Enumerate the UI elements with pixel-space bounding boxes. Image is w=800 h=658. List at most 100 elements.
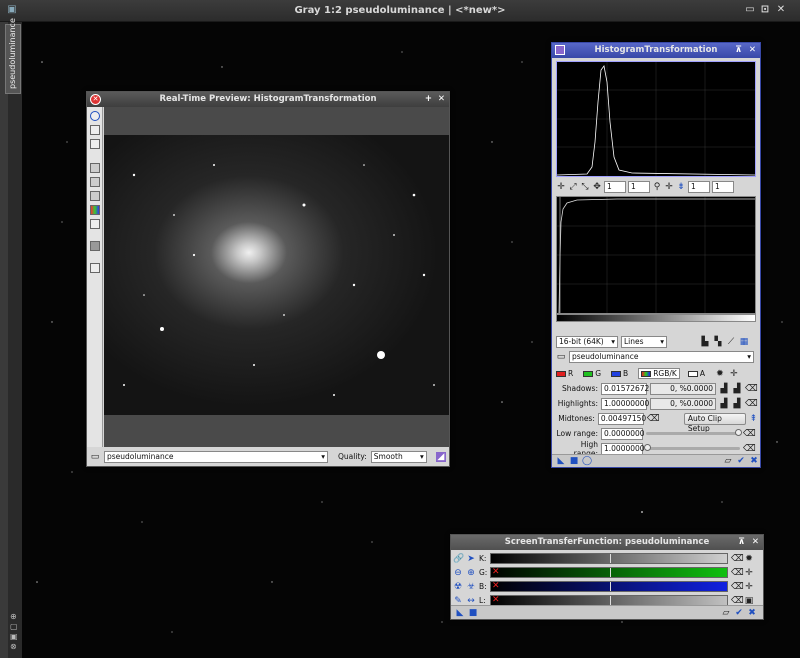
channel-b[interactable]: B bbox=[611, 369, 628, 378]
link-icon[interactable]: 🔗 bbox=[453, 554, 464, 564]
grid-icon[interactable]: ▦ bbox=[739, 337, 749, 347]
channel-g[interactable]: G bbox=[583, 369, 601, 378]
histogram-view-select[interactable]: pseudoluminance ▾ bbox=[569, 350, 754, 363]
zoom-fit-icon[interactable] bbox=[90, 125, 100, 135]
track-view-icon[interactable] bbox=[90, 111, 100, 121]
preview-plus-icon[interactable]: + bbox=[425, 92, 432, 107]
low-range-slider[interactable] bbox=[646, 429, 742, 436]
preview-canvas[interactable] bbox=[104, 107, 449, 452]
shadows-histo2-icon[interactable]: ▟ bbox=[732, 384, 742, 394]
fit-icon[interactable]: ⤢ bbox=[568, 182, 578, 192]
channel-r[interactable]: R bbox=[556, 369, 573, 378]
high-range-reset-icon[interactable]: ⌫ bbox=[743, 444, 756, 454]
shade-icon[interactable]: ⊼ bbox=[735, 43, 742, 58]
zoom-v2-spin[interactable]: 1 bbox=[712, 181, 734, 193]
quality-select[interactable]: Smooth ▾ bbox=[370, 450, 427, 463]
close-icon[interactable]: ✕ bbox=[775, 4, 787, 16]
zoom-2-icon[interactable] bbox=[90, 177, 100, 187]
highlights-reset-icon[interactable]: ⌫ bbox=[745, 399, 758, 409]
high-range-field[interactable]: 1.0000000 bbox=[601, 442, 645, 455]
stf-curve-bar[interactable]: ✕ bbox=[490, 567, 728, 578]
preview-view-select[interactable]: pseudoluminance ▾ bbox=[104, 450, 328, 463]
zoom-v-spin[interactable]: 1 bbox=[628, 181, 650, 193]
low-range-reset-icon[interactable]: ⌫ bbox=[743, 429, 756, 439]
stf-reset-icon[interactable]: ⌫ bbox=[731, 582, 744, 592]
arrows-icon[interactable]: ↔ bbox=[466, 596, 476, 606]
high-range-slider-handle[interactable] bbox=[644, 444, 651, 451]
zoom-3-icon[interactable] bbox=[90, 191, 100, 201]
zoom-in-icon[interactable]: ⊕ bbox=[466, 568, 476, 578]
gear-icon[interactable]: ✹ bbox=[715, 369, 725, 379]
low-range-slider-handle[interactable] bbox=[735, 429, 742, 436]
preview-close-icon[interactable]: ✕ bbox=[90, 94, 101, 105]
curve-icon[interactable]: ⟋ bbox=[726, 337, 736, 347]
resolution-select[interactable]: 16-bit (64K) ▾ bbox=[556, 335, 618, 348]
shade-icon[interactable]: ⊼ bbox=[738, 535, 745, 550]
high-range-slider[interactable] bbox=[644, 444, 740, 451]
realtime-preview-icon[interactable]: ◯ bbox=[582, 456, 592, 466]
stf-reset-icon[interactable]: ⌫ bbox=[731, 554, 744, 564]
midtones-field[interactable]: 0.00497150 bbox=[597, 412, 646, 425]
plus-icon[interactable]: ✛ bbox=[729, 369, 739, 379]
channel-icon[interactable] bbox=[90, 205, 100, 215]
pan-icon[interactable]: ✛ bbox=[556, 182, 566, 192]
zoom-h2-spin[interactable]: 1 bbox=[688, 181, 710, 193]
maximize-icon[interactable]: ⊡ bbox=[759, 4, 771, 16]
hazard-icon[interactable]: ☣ bbox=[466, 582, 476, 592]
midtone-marker[interactable] bbox=[610, 596, 611, 605]
zoom-out-icon[interactable] bbox=[90, 139, 100, 149]
plus-icon[interactable]: ✛ bbox=[744, 582, 754, 592]
midtone-marker[interactable] bbox=[610, 554, 611, 563]
stf-reset-icon[interactable]: ⌫ bbox=[731, 596, 744, 606]
zoom-1-icon[interactable] bbox=[90, 163, 100, 173]
collapse-icon[interactable]: ⤡ bbox=[580, 182, 590, 192]
document-icon[interactable]: ▱ bbox=[723, 456, 733, 466]
plus-icon[interactable]: ✛ bbox=[744, 568, 754, 578]
pointer-icon[interactable]: ➤ bbox=[466, 554, 476, 564]
auto-clip-setup-button[interactable]: Auto Clip Setup bbox=[683, 412, 746, 433]
stf-curve-bar[interactable]: ✕ bbox=[490, 581, 728, 592]
reset-icon[interactable]: ✖ bbox=[747, 608, 757, 618]
apply-global-icon[interactable]: ■ bbox=[569, 456, 579, 466]
sync-icon[interactable]: ⇟ bbox=[676, 182, 686, 192]
zoom-icon[interactable]: ⚲ bbox=[652, 182, 662, 192]
monitor-icon[interactable]: ▣ bbox=[744, 596, 754, 606]
wrench-icon[interactable]: ✎ bbox=[453, 596, 463, 606]
new-instance-icon[interactable]: ◣ bbox=[455, 608, 465, 618]
apply-global-icon[interactable]: ■ bbox=[468, 608, 478, 618]
input-histogram[interactable] bbox=[556, 196, 756, 314]
midtone-marker[interactable] bbox=[610, 582, 611, 591]
zoom-h-spin[interactable]: 1 bbox=[604, 181, 626, 193]
stf-reset-icon[interactable]: ⌫ bbox=[731, 568, 744, 578]
expand-icon[interactable]: ⇞ bbox=[749, 414, 758, 424]
camera-icon[interactable] bbox=[90, 241, 100, 251]
lock-icon[interactable]: ⊕ bbox=[10, 612, 20, 622]
shadows-field[interactable]: 0.01572672 bbox=[601, 382, 649, 395]
shade-icon[interactable]: ▭ bbox=[744, 4, 756, 16]
side-tab-pseudoluminance[interactable]: pseudoluminance bbox=[5, 18, 21, 94]
channel-a[interactable]: A bbox=[687, 369, 705, 378]
gear-icon[interactable]: ✹ bbox=[744, 554, 754, 564]
document-icon[interactable]: ▱ bbox=[721, 608, 731, 618]
apply-icon[interactable]: ✔ bbox=[734, 608, 744, 618]
stf-curve-bar[interactable] bbox=[490, 553, 728, 564]
shadows-reset-icon[interactable]: ⌫ bbox=[745, 384, 758, 394]
graph-style-select[interactable]: Lines ▾ bbox=[621, 335, 667, 348]
low-range-field[interactable]: 0.0000000 bbox=[601, 427, 645, 440]
move-icon[interactable]: ✥ bbox=[592, 182, 602, 192]
close-small-icon[interactable]: ⊗ bbox=[10, 642, 20, 652]
channel-rgbk[interactable]: RGB/K bbox=[638, 368, 680, 379]
mask-icon[interactable] bbox=[90, 219, 100, 229]
rejection-icon[interactable]: ▙ bbox=[700, 337, 710, 347]
shade-small-icon[interactable]: ▢ bbox=[10, 622, 20, 632]
midtone-marker[interactable] bbox=[610, 568, 611, 577]
highlights-histo-icon[interactable]: ▟ bbox=[719, 399, 729, 409]
reset-zoom-icon[interactable]: ✛ bbox=[664, 182, 674, 192]
highlights-histo2-icon[interactable]: ▟ bbox=[732, 399, 742, 409]
apply-icon[interactable]: ✔ bbox=[736, 456, 746, 466]
log-icon[interactable]: ▚ bbox=[713, 337, 723, 347]
output-histogram[interactable] bbox=[556, 61, 756, 177]
process-icon[interactable] bbox=[555, 45, 565, 55]
reset-icon[interactable]: ✖ bbox=[749, 456, 759, 466]
close-icon[interactable]: ✕ bbox=[749, 43, 756, 58]
